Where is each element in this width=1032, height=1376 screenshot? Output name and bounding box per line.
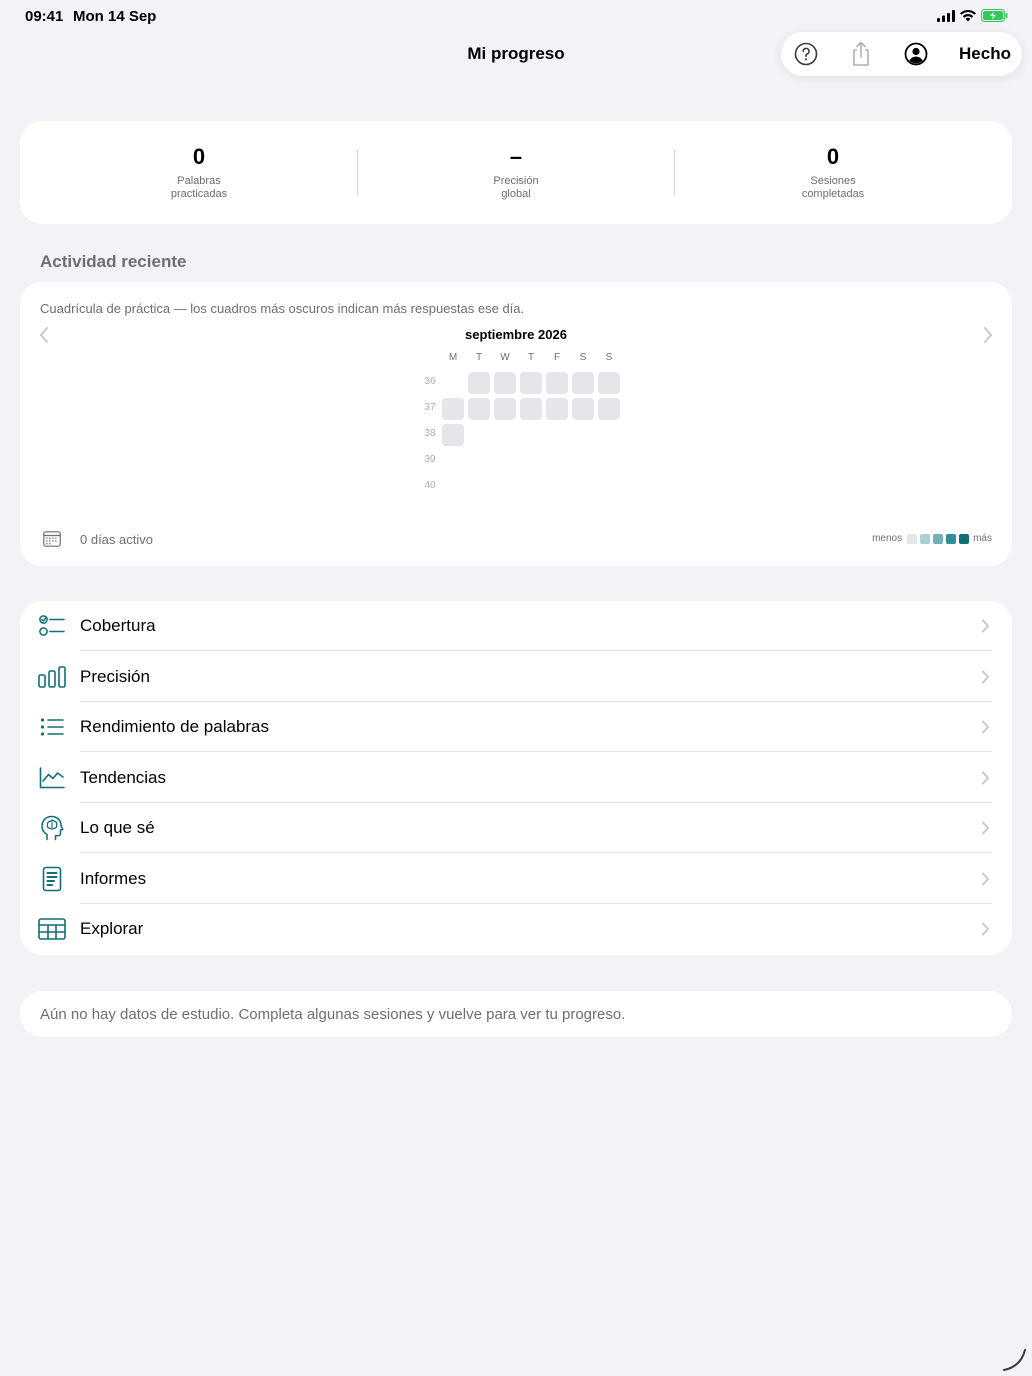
menu-item-coverage[interactable]: Cobertura [20,601,1012,651]
legend-more-label: más [973,533,992,544]
list-bullet-icon [38,714,66,740]
progress-menu: Cobertura Precisión Rendimiento de palab… [20,601,1012,955]
battery-charging-icon [981,9,1008,22]
day-cell[interactable] [598,372,620,394]
activity-legend: menos más [872,533,992,544]
month-title: septiembre 2026 [465,327,567,342]
day-cell[interactable] [494,372,516,394]
day-cell[interactable] [572,372,594,394]
brain-head-icon [38,815,66,841]
stat-label: Palabras practicadas [170,175,228,200]
weekday-label: S [579,352,587,363]
stat-label: Precisión global [493,175,539,200]
chevron-right-icon [982,821,989,835]
menu-item-label: Lo que sé [80,818,155,837]
day-cell[interactable] [442,424,464,446]
week-number: 37 [424,402,436,413]
stat-sessions-completed: 0 Sesiones completadas [674,143,992,201]
weekday-label: W [500,352,510,363]
day-cell[interactable] [442,398,464,420]
active-days-count: 0 días activo [80,532,153,547]
day-cell[interactable] [598,398,620,420]
calendar-icon [43,531,61,547]
status-date: Mon 14 Sep [73,8,157,25]
status-bar: 09:41 Mon 14 Sep [0,0,1032,32]
stat-value: 0 [826,144,840,169]
menu-item-word-performance[interactable]: Rendimiento de palabras [20,702,1012,752]
menu-item-label: Tendencias [80,767,167,787]
menu-item-trends[interactable]: Tendencias [20,753,1012,803]
week-number: 39 [424,454,436,465]
week-number: 36 [424,376,436,387]
stat-label: Sesiones completadas [801,175,865,200]
account-button[interactable] [904,42,928,66]
line-chart-icon [38,765,66,791]
cellular-signal-icon [937,9,955,22]
legend-swatch [946,533,957,544]
status-indicators [937,9,1008,22]
chevron-right-icon [982,771,989,784]
empty-state-message: Aún no hay datos de estudio. Completa al… [40,1006,626,1023]
account-icon [904,42,928,66]
menu-item-explore[interactable]: Explorar [20,904,1012,954]
chevron-right-icon [982,720,989,734]
done-button[interactable]: Hecho [959,44,1011,64]
day-cell[interactable] [572,398,594,420]
resize-handle-icon[interactable] [1002,1346,1028,1372]
table-icon [38,916,66,942]
stat-value: – [509,144,523,169]
menu-item-label: Explorar [80,919,144,938]
menu-item-reports[interactable]: Informes [20,854,1012,904]
legend-swatch [959,533,970,544]
bar-chart-icon [38,664,66,690]
chevron-right-icon [982,619,989,633]
menu-item-what-i-know[interactable]: Lo que sé [20,803,1012,853]
week-number: 40 [424,480,436,491]
week-number: 38 [424,428,436,439]
status-time: 09:41 [25,8,64,25]
stats-card: 0 Palabras practicadas – Precisión globa… [20,121,1012,224]
activity-description: Cuadrícula de práctica — los cuadros más… [40,301,525,316]
weekday-label: F [553,352,561,363]
stat-overall-accuracy: – Precisión global [357,143,675,201]
legend-swatch [907,533,918,544]
section-title-recent-activity: Actividad reciente [40,252,187,271]
day-cell[interactable] [468,372,490,394]
legend-swatch [920,533,931,544]
share-icon [853,41,869,66]
legend-swatch [933,533,944,544]
checklist-icon [38,613,66,639]
chevron-right-icon [982,670,989,683]
day-cell[interactable] [520,372,542,394]
activity-card: Cuadrícula de práctica — los cuadros más… [20,282,1012,566]
wifi-icon [960,9,976,21]
day-cell[interactable] [468,398,490,420]
day-cell[interactable] [546,398,568,420]
chevron-right-icon [982,922,989,936]
document-icon [38,866,66,892]
day-cell[interactable] [494,398,516,420]
menu-item-label: Rendimiento de palabras [80,717,270,736]
day-cell[interactable] [546,372,568,394]
menu-item-label: Informes [80,868,147,888]
stat-value: 0 [192,144,206,169]
menu-item-label: Cobertura [80,616,156,635]
weekday-label: T [475,352,483,363]
nav-toolbar: Hecho [781,32,1022,76]
chevron-right-icon[interactable] [982,326,994,344]
help-button[interactable] [794,42,818,66]
menu-item-accuracy[interactable]: Precisión [20,652,1012,702]
menu-item-label: Precisión [80,666,150,686]
day-cell[interactable] [520,398,542,420]
stat-words-practiced: 0 Palabras practicadas [40,143,358,201]
help-circle-icon [794,42,818,66]
weekday-label: S [605,352,613,363]
weekday-label: T [527,352,535,363]
chevron-right-icon [982,872,989,885]
weekday-label: M [448,352,458,363]
legend-less-label: menos [872,533,903,544]
share-button[interactable] [849,41,873,66]
empty-state-card: Aún no hay datos de estudio. Completa al… [20,991,1012,1037]
